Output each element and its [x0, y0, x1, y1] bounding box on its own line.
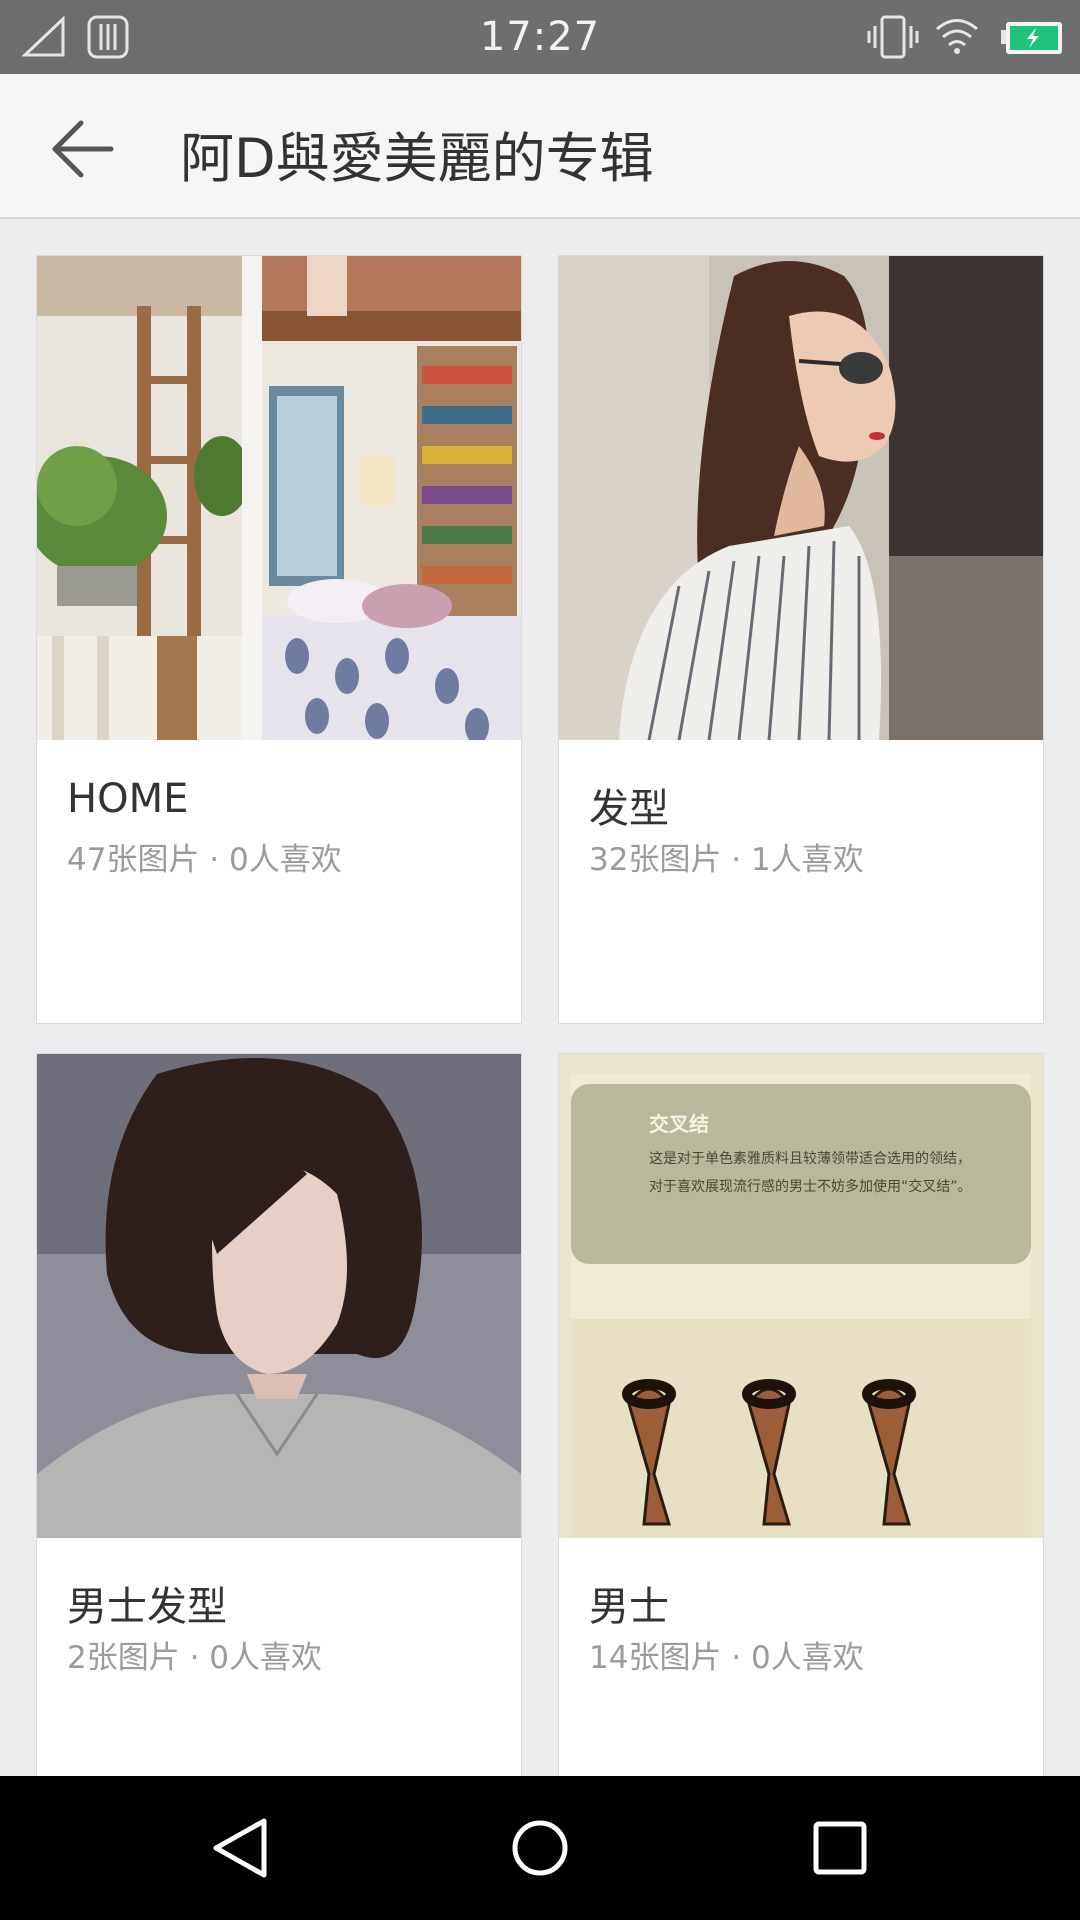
album-meta: 14张图片 · 0人喜欢 — [589, 1640, 864, 1676]
nav-back-button[interactable] — [198, 1806, 282, 1890]
album-title: HOME — [67, 776, 189, 822]
album-card-home[interactable]: HOME 47张图片 · 0人喜欢 — [36, 255, 522, 1024]
image-text-line: 对于喜欢展现流行感的男士不妨多加使用“交叉结”。 — [649, 1179, 972, 1195]
album-meta: 47张图片 · 0人喜欢 — [67, 842, 342, 878]
battery-charging-icon — [1001, 22, 1062, 54]
arrow-left-icon — [52, 120, 114, 178]
album-cover-image — [37, 1054, 521, 1538]
album-title: 男士发型 — [67, 1584, 227, 1630]
app-bar: 阿D與愛美麗的专辑 — [0, 74, 1080, 219]
back-button[interactable] — [38, 104, 128, 194]
image-text-line: 这是对于单色素雅质料且较薄领带适合选用的领结， — [649, 1151, 971, 1167]
album-card-mens-hairstyle[interactable]: 男士发型 2张图片 · 0人喜欢 — [36, 1053, 522, 1776]
home-circle-icon — [512, 1820, 568, 1876]
album-cover-image: 交叉结 这是对于单色素雅质料且较薄领带适合选用的领结， 对于喜欢展现流行感的男士… — [559, 1054, 1043, 1538]
album-meta: 2张图片 · 0人喜欢 — [67, 1640, 323, 1676]
image-text-heading: 交叉结 — [649, 1112, 709, 1136]
recents-square-icon — [813, 1821, 867, 1875]
album-card-mens[interactable]: 交叉结 这是对于单色素雅质料且较薄领带适合选用的领结， 对于喜欢展现流行感的男士… — [558, 1053, 1044, 1776]
album-cover-image — [37, 256, 521, 740]
back-triangle-icon — [213, 1818, 267, 1878]
navigation-bar — [0, 1776, 1080, 1920]
album-grid: HOME 47张图片 · 0人喜欢 发型 32张图片 · 1人喜欢 男士发型 2… — [0, 219, 1080, 1776]
album-cover-image — [559, 256, 1043, 740]
wifi-icon — [936, 19, 978, 54]
album-card-hairstyle[interactable]: 发型 32张图片 · 1人喜欢 — [558, 255, 1044, 1024]
page-title: 阿D與愛美麗的专辑 — [180, 127, 654, 190]
nav-recents-button[interactable] — [798, 1806, 882, 1890]
vibrate-icon — [867, 15, 919, 59]
status-bar: 17:27 — [0, 0, 1080, 74]
album-title: 发型 — [589, 786, 669, 832]
album-meta: 32张图片 · 1人喜欢 — [589, 842, 864, 878]
album-title: 男士 — [589, 1584, 669, 1630]
nav-home-button[interactable] — [498, 1806, 582, 1890]
